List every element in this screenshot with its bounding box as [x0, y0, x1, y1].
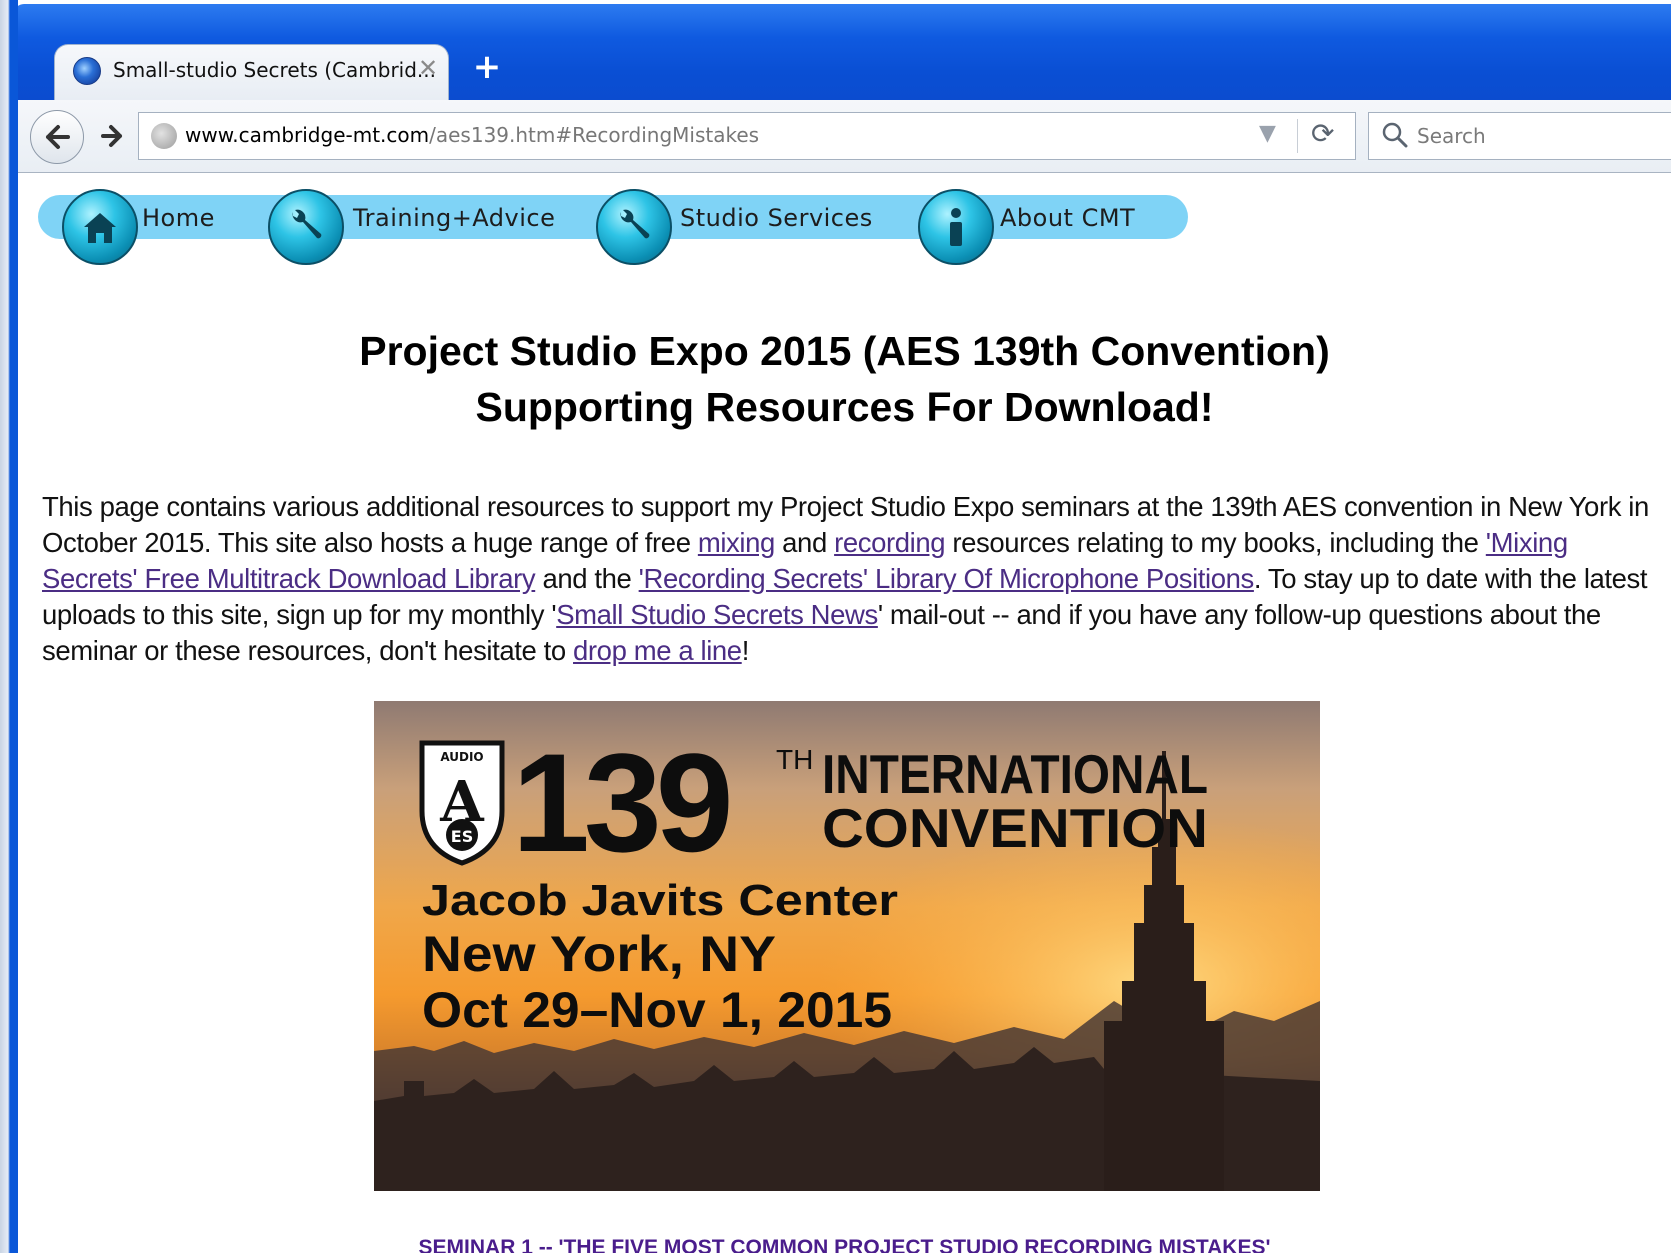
url-separator — [1297, 119, 1298, 153]
aes-logo: AUDIO A ES — [419, 740, 505, 866]
home-icon — [62, 189, 138, 265]
page-title-line1: Project Studio Expo 2015 (AES 139th Conv… — [359, 328, 1330, 374]
new-tab-button[interactable]: + — [470, 50, 504, 84]
aes-logo-top: AUDIO — [440, 750, 483, 764]
intro-text-4: and the — [535, 563, 639, 594]
seminar-heading[interactable]: SEMINAR 1 -- 'THE FIVE MOST COMMON PROJE… — [18, 1236, 1671, 1253]
banner-title-line1: INTERNATIONAL — [822, 743, 1208, 805]
banner-number: 139 — [512, 724, 729, 881]
browser-window: Small-studio Secrets (Cambrid... ✕ + www… — [0, 0, 1671, 1253]
nav-item-studio-services[interactable]: Studio Services — [578, 189, 878, 265]
link-contact[interactable]: drop me a line — [573, 635, 742, 666]
url-host: www.cambridge-mt.com — [185, 123, 430, 147]
tab-title: Small-studio Secrets (Cambrid... — [113, 58, 436, 82]
convention-banner-image: AUDIO A ES 139 TH INTERNATIONAL CONVENTI… — [374, 701, 1320, 1191]
banner-city: New York, NY — [422, 926, 776, 982]
nav-label-about: About CMT — [1000, 204, 1136, 232]
banner-venue: Jacob Javits Center — [422, 876, 898, 925]
nav-item-about[interactable]: About CMT — [904, 189, 1188, 265]
forward-button[interactable] — [94, 118, 130, 154]
aes-logo-bottom: ES — [451, 827, 473, 846]
intro-text-7: ! — [741, 635, 750, 666]
link-recording[interactable]: recording — [834, 527, 945, 558]
banner-dates: Oct 29–Nov 1, 2015 — [422, 982, 892, 1038]
page-title-line2: Supporting Resources For Download! — [475, 384, 1214, 430]
banner-ordinal: TH — [776, 744, 813, 775]
close-tab-icon[interactable]: ✕ — [415, 55, 441, 81]
intro-text-2: and — [774, 527, 835, 558]
site-nav: Home Training+Advice Studio Services Abo… — [38, 189, 1188, 265]
forward-arrow-icon — [101, 125, 122, 147]
reload-icon[interactable]: ⟳ — [1311, 117, 1334, 150]
tab-cambridge[interactable]: Small-studio Secrets (Cambrid... ✕ — [54, 44, 449, 100]
intro-paragraph: This page contains various additional re… — [42, 489, 1662, 669]
url-path: /aes139.htm#RecordingMistakes — [429, 123, 760, 147]
link-newsletter[interactable]: Small Studio Secrets News — [556, 599, 878, 630]
nav-item-training[interactable]: Training+Advice — [248, 189, 568, 265]
favicon-icon — [73, 57, 101, 85]
banner-title-line2: CONVENTION — [822, 797, 1208, 859]
banner-graphic: AUDIO A ES 139 TH INTERNATIONAL CONVENTI… — [374, 701, 1320, 1191]
nav-label-home: Home — [142, 204, 215, 232]
search-placeholder: Search — [1417, 124, 1486, 148]
link-mixing[interactable]: mixing — [698, 527, 775, 558]
address-bar[interactable]: www.cambridge-mt.com/aes139.htm#Recordin… — [138, 112, 1356, 160]
page-title: Project Studio Expo 2015 (AES 139th Conv… — [18, 323, 1671, 435]
page-content: Home Training+Advice Studio Services Abo… — [18, 173, 1671, 1253]
wrench-icon — [596, 189, 672, 265]
nav-item-home[interactable]: Home — [38, 189, 228, 265]
link-mic-positions[interactable]: 'Recording Secrets' Library Of Microphon… — [639, 563, 1255, 594]
search-icon — [1382, 122, 1408, 148]
wrench-icon — [268, 189, 344, 265]
nav-label-training: Training+Advice — [353, 204, 556, 232]
intro-text-3: resources relating to my books, includin… — [945, 527, 1486, 558]
window-border — [0, 0, 18, 1253]
back-arrow-icon — [46, 125, 70, 149]
search-box[interactable]: Search — [1368, 112, 1671, 160]
nav-label-studio-services: Studio Services — [680, 204, 873, 232]
url-dropdown-icon[interactable]: ▼ — [1259, 121, 1276, 146]
url-text[interactable]: www.cambridge-mt.com/aes139.htm#Recordin… — [185, 123, 759, 147]
back-button[interactable] — [30, 110, 84, 164]
info-icon — [918, 189, 994, 265]
site-identity-icon[interactable] — [151, 123, 177, 149]
